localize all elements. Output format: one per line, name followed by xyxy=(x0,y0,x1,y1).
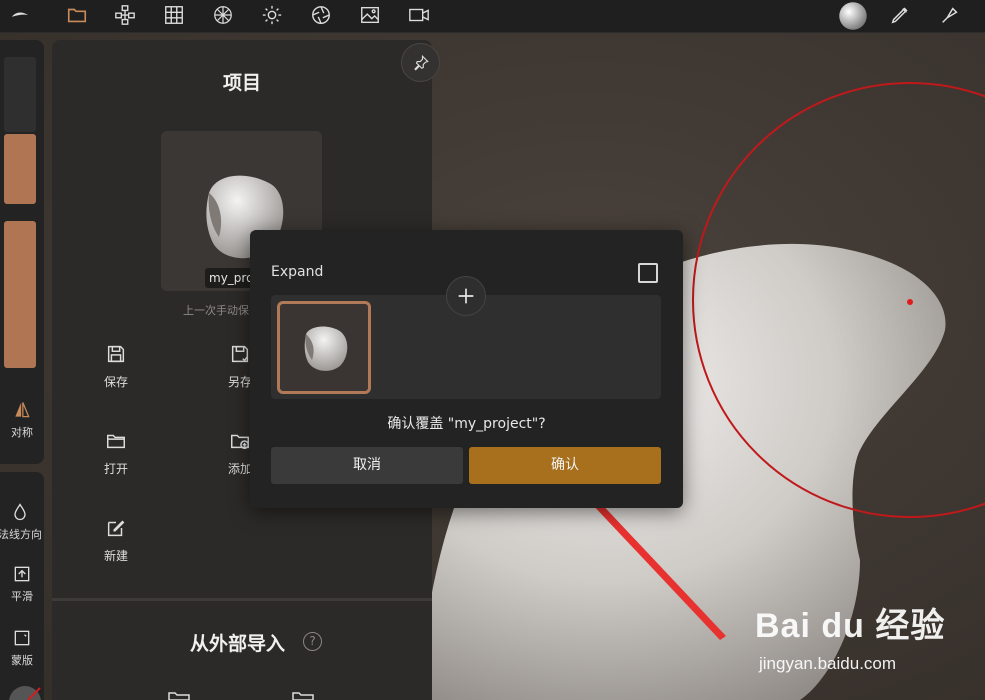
intensity-slider[interactable] xyxy=(4,221,36,368)
radius-slider[interactable] xyxy=(4,134,36,204)
import-folder-icon[interactable] xyxy=(168,690,190,700)
save-button[interactable]: 保存 xyxy=(91,343,141,390)
dialog-thumbnail-model xyxy=(304,326,348,371)
color-swatch-icon[interactable] xyxy=(8,682,42,700)
watermark-url: jingyan.baidu.com xyxy=(759,654,897,673)
dialog-message: 确认覆盖 "my_project"? xyxy=(387,416,546,432)
drop-icon xyxy=(14,503,26,521)
save-as-icon xyxy=(231,345,249,363)
scene-icon[interactable] xyxy=(110,0,140,30)
confirm-button[interactable]: 确认 xyxy=(469,447,661,484)
logo-icon[interactable] xyxy=(5,0,35,30)
mask-label: 蒙版 xyxy=(11,654,33,667)
sculpt-sidebar: 对称 xyxy=(0,40,44,464)
new-file-icon xyxy=(107,520,125,537)
smooth-icon xyxy=(14,566,30,582)
mask-tool[interactable]: 蒙版 xyxy=(0,628,44,668)
sculpt-sidebar-lower: 法线方向 平滑 蒙版 xyxy=(0,472,44,700)
expand-checkbox[interactable] xyxy=(638,263,658,283)
add-label: 添加 xyxy=(227,462,252,476)
cancel-button[interactable]: 取消 xyxy=(271,447,463,484)
add-icon[interactable] xyxy=(446,276,486,316)
add-folder-icon xyxy=(231,434,249,450)
smooth-label: 平滑 xyxy=(11,590,33,603)
top-toolbar xyxy=(0,0,985,33)
mask-icon xyxy=(14,630,30,646)
save-label: 保存 xyxy=(103,375,128,389)
image-icon[interactable] xyxy=(355,0,385,30)
grid-icon[interactable] xyxy=(159,0,189,30)
new-label: 新建 xyxy=(103,549,128,563)
normal-label: 法线方向 xyxy=(0,528,42,541)
panel-title: 项目 xyxy=(222,72,261,94)
symmetry-label: 对称 xyxy=(11,426,33,439)
watermark-brand: Bai du 经验 xyxy=(755,607,946,645)
topology-icon[interactable] xyxy=(208,0,238,30)
pin-button[interactable] xyxy=(401,43,440,82)
smooth-tool[interactable]: 平滑 xyxy=(0,564,44,604)
save-as-label: 另存 xyxy=(227,375,252,389)
overwrite-dialog: Expand 确认覆盖 "my_project"? 取消 确认 xyxy=(250,230,683,508)
normal-tool[interactable]: 法线方向 xyxy=(0,502,42,542)
import-title: 从外部导入 xyxy=(190,633,286,655)
light-icon[interactable] xyxy=(257,0,287,30)
open-folder-icon xyxy=(107,434,125,449)
video-icon[interactable] xyxy=(404,0,434,30)
open-label: 打开 xyxy=(103,462,128,476)
panel-divider xyxy=(52,598,432,601)
radius-slider-track[interactable] xyxy=(4,57,36,132)
selected-thumbnail[interactable] xyxy=(277,301,371,394)
last-save-text: 上一次手动保 xyxy=(183,304,249,317)
paint-icon[interactable] xyxy=(935,0,965,30)
folder-icon[interactable] xyxy=(62,0,92,30)
render-icon[interactable] xyxy=(306,0,336,30)
expand-label: Expand xyxy=(271,264,324,280)
matcap-sphere-icon[interactable] xyxy=(836,0,870,32)
open-button[interactable]: 打开 xyxy=(91,430,141,477)
brush-center-dot xyxy=(907,299,913,305)
symmetry-tool[interactable]: 对称 xyxy=(0,400,44,440)
new-button[interactable]: 新建 xyxy=(91,517,141,564)
save-icon xyxy=(107,345,125,363)
baidu-watermark: Bai du 经验 jingyan.baidu.com xyxy=(755,598,946,673)
import-folder-icon-2[interactable] xyxy=(292,690,314,700)
brush-icon[interactable] xyxy=(885,0,915,30)
help-icon[interactable]: ? xyxy=(303,632,322,651)
symmetry-icon xyxy=(15,402,30,418)
pin-icon xyxy=(413,54,429,71)
